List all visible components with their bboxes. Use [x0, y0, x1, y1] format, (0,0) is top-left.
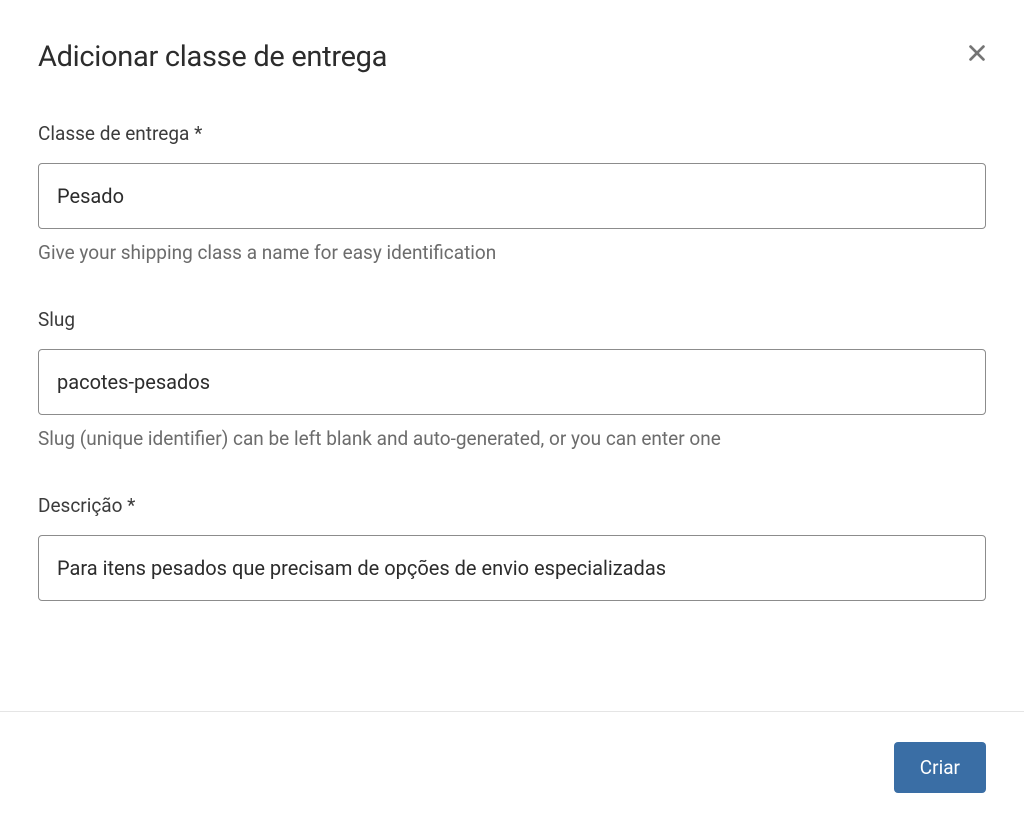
- add-shipping-class-modal: Adicionar classe de entrega Classe de en…: [0, 0, 1024, 601]
- modal-footer: Criar: [0, 711, 1024, 815]
- description-label: Descrição *: [38, 494, 986, 517]
- shipping-class-input[interactable]: [38, 163, 986, 229]
- description-group: Descrição *: [38, 494, 986, 601]
- close-icon: [966, 42, 988, 64]
- slug-group: Slug Slug (unique identifier) can be lef…: [38, 308, 986, 450]
- shipping-class-group: Classe de entrega * Give your shipping c…: [38, 122, 986, 264]
- description-input[interactable]: [38, 535, 986, 601]
- create-button[interactable]: Criar: [894, 742, 986, 793]
- slug-label: Slug: [38, 308, 986, 331]
- shipping-class-label: Classe de entrega *: [38, 122, 986, 145]
- slug-input[interactable]: [38, 349, 986, 415]
- shipping-class-help: Give your shipping class a name for easy…: [38, 241, 986, 264]
- close-button[interactable]: [962, 38, 992, 71]
- modal-title: Adicionar classe de entrega: [38, 40, 387, 74]
- modal-header: Adicionar classe de entrega: [38, 40, 986, 74]
- slug-help: Slug (unique identifier) can be left bla…: [38, 427, 986, 450]
